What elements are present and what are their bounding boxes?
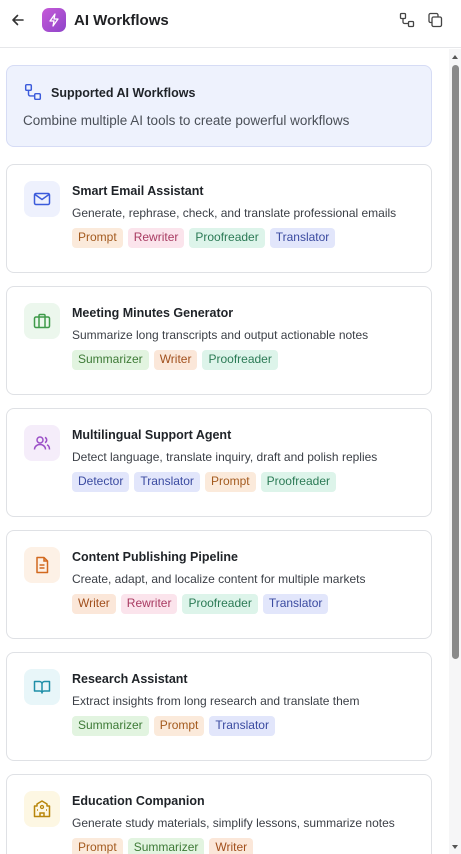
lightning-bolt-icon [42, 8, 66, 32]
workflow-description: Detect language, translate inquiry, draf… [72, 450, 378, 464]
tool-tag-summarizer: Summarizer [72, 350, 149, 370]
workflow-title: Education Companion [72, 794, 205, 808]
scroll-up-icon[interactable] [451, 53, 459, 61]
tool-tag-summarizer: Summarizer [72, 716, 149, 736]
workflow-description: Create, adapt, and localize content for … [72, 572, 366, 586]
workflow-nodes-icon [24, 83, 42, 101]
tool-tag-detector: Detector [72, 472, 130, 492]
workflow-description: Summarize long transcripts and output ac… [72, 328, 369, 342]
workflow-tags: Detector Translator Prompt Proofreader [72, 472, 336, 492]
scroll-down-icon[interactable] [451, 843, 459, 851]
school-icon [24, 791, 60, 827]
users-icon [24, 425, 60, 461]
workflow-card[interactable]: Content Publishing Pipeline Create, adapt… [6, 530, 432, 639]
tool-tag-summarizer: Summarizer [127, 838, 205, 854]
tool-tag-proofreader: Proofreader [202, 350, 278, 370]
tool-tag-prompt: Prompt [72, 228, 123, 248]
workflow-description: Generate study materials, simplify lesso… [72, 816, 395, 830]
tool-tag-writer: Writer [209, 838, 254, 854]
workflow-tags: Prompt Summarizer Writer [72, 838, 254, 854]
workflow-title: Smart Email Assistant [72, 184, 204, 198]
tool-tag-proofreader: Proofreader [189, 228, 265, 248]
workflow-tags: Writer Rewriter Proofreader Translator [72, 594, 329, 614]
back-button[interactable] [8, 10, 28, 30]
tool-tag-proofreader: Proofreader [182, 594, 258, 614]
workflow-tags: Summarizer Writer Proofreader [72, 350, 278, 370]
workflow-card[interactable]: Smart Email Assistant Generate, rephrase,… [6, 164, 432, 273]
workflow-tags: Summarizer Prompt Translator [72, 716, 275, 736]
tool-tag-translator: Translator [134, 472, 200, 492]
workflow-nodes-icon [399, 12, 415, 28]
tool-tag-prompt: Prompt [72, 838, 123, 854]
scrollbar[interactable] [449, 49, 461, 854]
page-title: AI Workflows [74, 12, 169, 29]
workflow-title: Meeting Minutes Generator [72, 306, 234, 320]
workflow-list: Supported AI Workflows Combine multiple … [0, 49, 448, 854]
tool-tag-rewriter: Rewriter [120, 594, 178, 614]
tool-tag-writer: Writer [153, 350, 198, 370]
workflow-title: Content Publishing Pipeline [72, 550, 238, 564]
tool-tag-rewriter: Rewriter [127, 228, 185, 248]
tool-tag-translator: Translator [269, 228, 336, 248]
banner-subtitle: Combine multiple AI tools to create powe… [23, 113, 350, 128]
tool-tag-prompt: Prompt [153, 716, 205, 736]
workflow-title: Research Assistant [72, 672, 188, 686]
workflow-description: Extract insights from long research and … [72, 694, 360, 708]
workflow-card[interactable]: Multilingual Support Agent Detect languag… [6, 408, 432, 517]
copy-icon [428, 12, 443, 28]
arrow-left-icon [12, 14, 24, 26]
mail-icon [24, 181, 60, 217]
tool-tag-proofreader: Proofreader [260, 472, 336, 492]
workflow-description: Generate, rephrase, check, and translate… [72, 206, 397, 220]
briefcase-icon [24, 303, 60, 339]
workflow-card[interactable]: Education Companion Generate study materi… [6, 774, 432, 854]
tool-tag-writer: Writer [72, 594, 116, 614]
tool-tag-prompt: Prompt [204, 472, 256, 492]
workflow-card[interactable]: Meeting Minutes Generator Summarize long … [6, 286, 432, 395]
banner-title: Supported AI Workflows [51, 86, 196, 100]
tool-tag-translator: Translator [262, 594, 329, 614]
info-banner: Supported AI Workflows Combine multiple … [6, 65, 432, 147]
copy-button[interactable] [426, 11, 444, 29]
workflow-view-button[interactable] [398, 11, 416, 29]
workflow-tags: Prompt Rewriter Proofreader Translator [72, 228, 336, 248]
document-icon [24, 547, 60, 583]
workflow-title: Multilingual Support Agent [72, 428, 232, 442]
tool-tag-translator: Translator [209, 716, 275, 736]
app-header: AI Workflows [0, 0, 461, 48]
workflow-card[interactable]: Research Assistant Extract insights from … [6, 652, 432, 761]
open-book-icon [24, 669, 60, 705]
scrollbar-thumb[interactable] [452, 65, 459, 659]
